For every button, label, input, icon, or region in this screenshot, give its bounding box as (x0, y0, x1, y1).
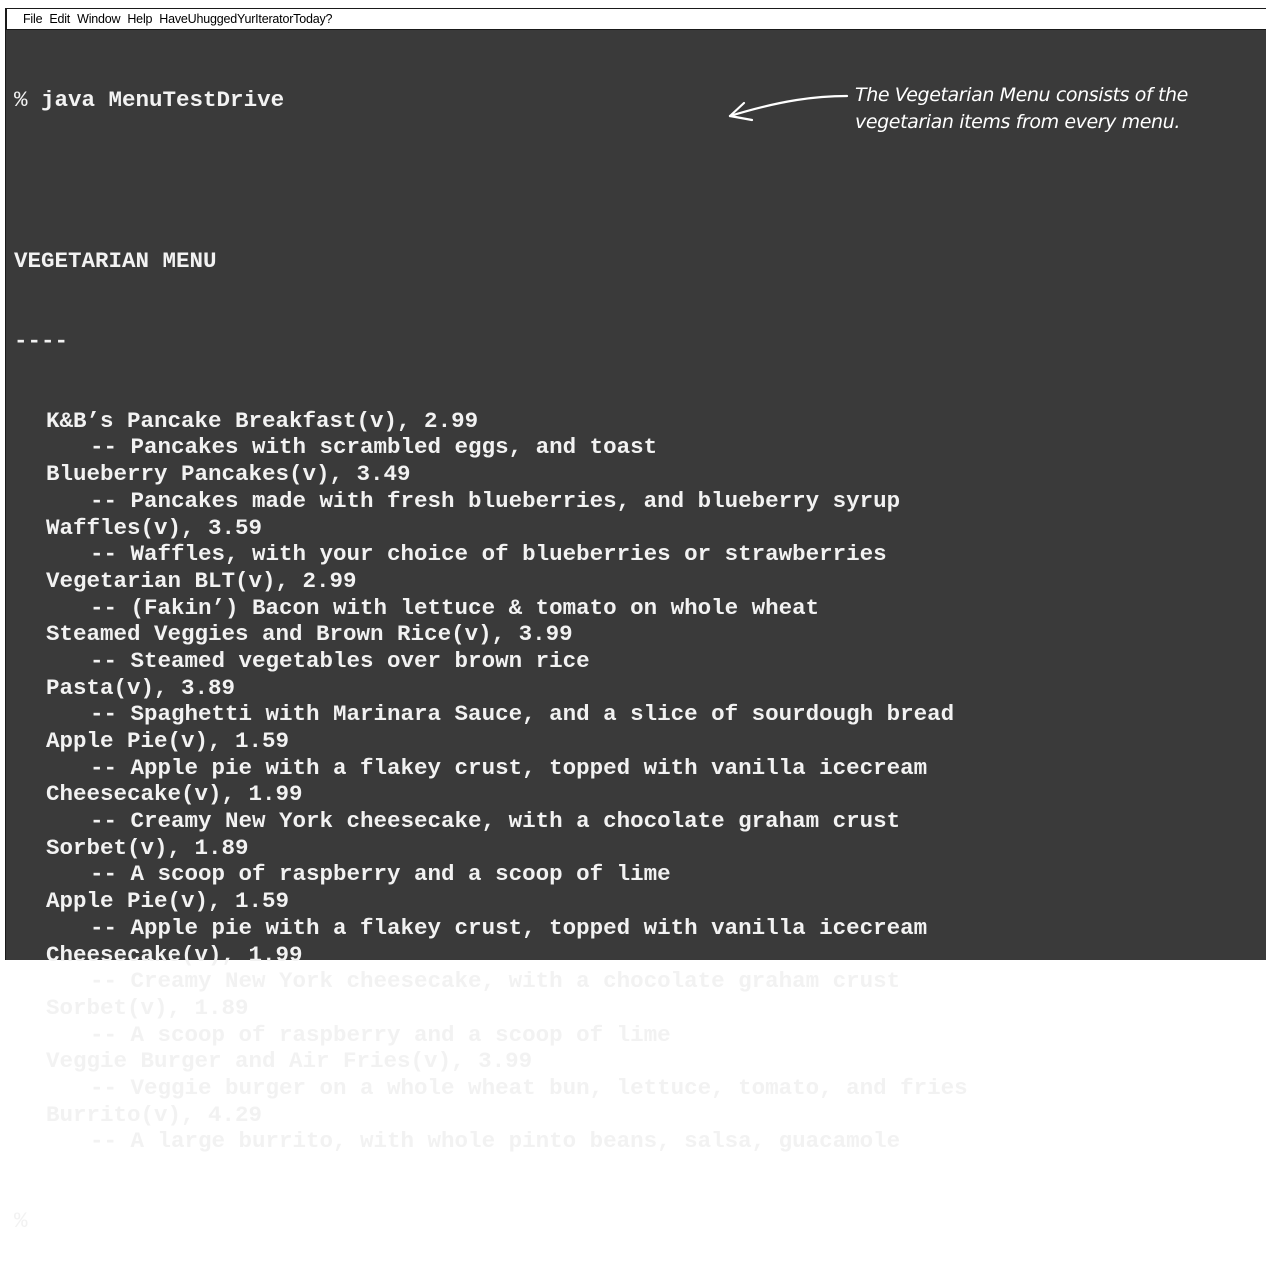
menu-item-name: Steamed Veggies and Brown Rice(v), 3.99 (46, 621, 573, 648)
menu-item-name: Blueberry Pancakes(v), 3.49 (46, 461, 411, 488)
menu-item-description: -- Steamed vegetables over brown rice (90, 647, 590, 674)
annotation-note: The Vegetarian Menu consists of the vege… (855, 82, 1235, 136)
menu-item-description: -- Creamy New York cheesecake, with a ch… (90, 968, 901, 995)
menu-item-name: Cheesecake(v), 1.99 (46, 781, 303, 808)
menu-item-name: Apple Pie(v), 1.59 (46, 728, 290, 755)
menu-item-description: -- Pancakes made with fresh blueberries,… (90, 487, 901, 514)
menu-iterator[interactable]: HaveUhuggedYurIteratorToday? (159, 11, 332, 27)
menu-item-name: Waffles(v), 3.59 (46, 514, 263, 541)
terminal-output[interactable]: % java MenuTestDrive VEGETARIAN MENU ---… (14, 34, 968, 1262)
annotation-line-2: vegetarian items from every menu. (855, 111, 1180, 133)
menu-bar: File Edit Window Help HaveUhuggedYurIter… (6, 8, 1266, 30)
command-prompt: % (14, 87, 28, 114)
menu-file[interactable]: File (23, 11, 43, 27)
final-prompt-symbol: % (14, 1208, 28, 1235)
menu-item-description: -- Waffles, with your choice of blueberr… (90, 541, 887, 568)
menu-item-description: -- Creamy New York cheesecake, with a ch… (90, 808, 901, 835)
arrow-left-icon (728, 94, 849, 122)
command-text: java MenuTestDrive (41, 87, 285, 114)
menu-edit[interactable]: Edit (49, 11, 70, 27)
menu-item-description: -- A scoop of raspberry and a scoop of l… (90, 1021, 671, 1048)
menu-window[interactable]: Window (77, 11, 120, 27)
menu-item-name: K&B’s Pancake Breakfast(v), 2.99 (46, 407, 479, 434)
menu-item-name: Apple Pie(v), 1.59 (46, 888, 290, 915)
menu-item-description: -- Apple pie with a flakey crust, topped… (90, 914, 928, 941)
menu-item-name: Sorbet(v), 1.89 (46, 834, 249, 861)
menu-separator: ---- (14, 327, 69, 354)
menu-item-description: -- Apple pie with a flakey crust, topped… (90, 754, 928, 781)
menu-item-name: Vegetarian BLT(v), 2.99 (46, 567, 357, 594)
menu-item-description: -- A scoop of raspberry and a scoop of l… (90, 861, 671, 888)
menu-item-description: -- (Fakin’) Bacon with lettuce & tomato … (90, 594, 820, 621)
final-prompt: % (14, 1208, 968, 1235)
menu-item-name: Cheesecake(v), 1.99 (46, 941, 303, 968)
menu-item-description: -- A large burrito, with whole pinto bea… (90, 1128, 901, 1155)
menu-item-description: -- Pancakes with scrambled eggs, and toa… (90, 434, 658, 461)
menu-item-name: Pasta(v), 3.89 (46, 674, 236, 701)
menu-item-name: Sorbet(v), 1.89 (46, 994, 249, 1021)
menu-item-name: Burrito(v), 4.29 (46, 1101, 263, 1128)
menu-item-description: -- Spaghetti with Marinara Sauce, and a … (90, 701, 955, 728)
menu-item-description: -- Veggie burger on a whole wheat bun, l… (90, 1074, 968, 1101)
menu-help[interactable]: Help (127, 11, 152, 27)
menu-item-name: Veggie Burger and Air Fries(v), 3.99 (46, 1048, 533, 1075)
menu-heading: VEGETARIAN MENU (14, 247, 217, 274)
annotation-line-1: The Vegetarian Menu consists of the (855, 84, 1188, 106)
menu-item-list: K&B’s Pancake Breakfast(v), 2.99 -- Panca… (14, 408, 968, 1155)
